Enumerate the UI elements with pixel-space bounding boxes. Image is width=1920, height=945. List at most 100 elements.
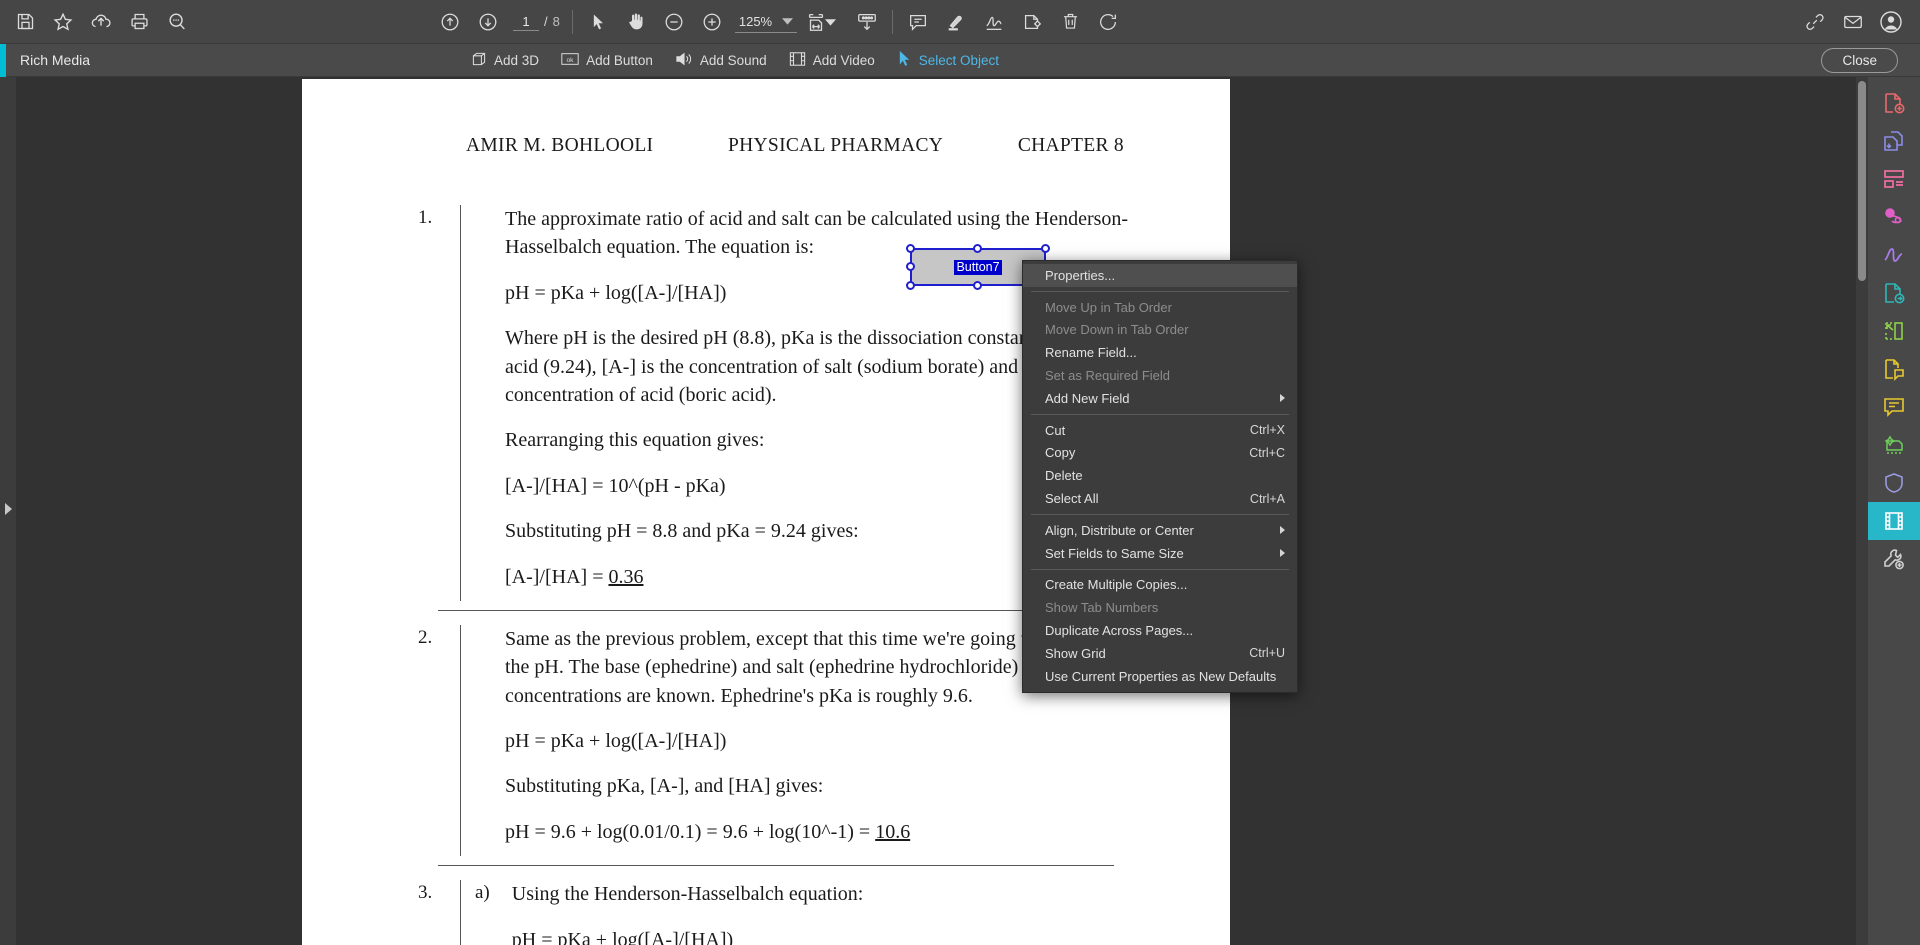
crop-pages-icon[interactable]	[1868, 312, 1920, 350]
item3-sub-label: a)	[475, 880, 490, 945]
document-viewport: AMIR M. BOHLOOLI PHYSICAL PHARMACY CHAPT…	[0, 77, 1920, 945]
fill-sign-icon[interactable]	[1868, 236, 1920, 274]
menu-item-select-all[interactable]: Select All Ctrl+A	[1023, 487, 1297, 510]
zoom-out-icon[interactable]	[655, 3, 693, 41]
protect-icon[interactable]	[1868, 464, 1920, 502]
toolbar-file-group	[6, 3, 196, 41]
resize-handle-middle-left[interactable]	[906, 262, 915, 271]
next-page-icon[interactable]	[469, 3, 507, 41]
combine-files-icon[interactable]	[1868, 122, 1920, 160]
share-link-icon[interactable]	[1796, 3, 1834, 41]
film-icon	[789, 51, 806, 70]
zoom-in-icon[interactable]	[693, 3, 731, 41]
more-tools-icon[interactable]	[1868, 540, 1920, 578]
comment-panel-icon[interactable]	[1868, 388, 1920, 426]
export-pdf-icon[interactable]	[1868, 274, 1920, 312]
menu-item-show-tab-numbers: Show Tab Numbers	[1023, 596, 1297, 619]
item3-p2: pH = pKa + log([A-]/[HA])	[512, 926, 1130, 945]
item3-p1: Using the Henderson-Hasselbalch equation…	[512, 880, 1130, 908]
menu-item-show-grid[interactable]: Show Grid Ctrl+U	[1023, 642, 1297, 665]
menu-item-delete-label: Delete	[1045, 468, 1285, 483]
menu-item-show-grid-label: Show Grid	[1045, 646, 1231, 661]
close-rich-media-button[interactable]: Close	[1821, 48, 1898, 73]
menu-item-rename-field[interactable]: Rename Field...	[1023, 341, 1297, 364]
ok-box-icon: ok	[561, 52, 579, 69]
select-object-button[interactable]: Select Object	[897, 50, 999, 70]
rich-media-icon[interactable]	[1868, 502, 1920, 540]
menu-item-set-fields-same-size[interactable]: Set Fields to Same Size	[1023, 542, 1297, 565]
highlighter-icon[interactable]	[937, 3, 975, 41]
item-divider-1	[438, 610, 1114, 611]
tools-sidebar	[1868, 77, 1920, 945]
add-video-label: Add Video	[813, 53, 875, 68]
star-icon[interactable]	[44, 3, 82, 41]
resize-handle-top-middle[interactable]	[973, 244, 982, 253]
select-cursor-icon[interactable]	[579, 3, 617, 41]
menu-item-cut[interactable]: Cut Ctrl+X	[1023, 419, 1297, 442]
menu-item-duplicate-across-pages-label: Duplicate Across Pages...	[1045, 623, 1285, 638]
vertical-scrollbar-track[interactable]	[1856, 77, 1868, 945]
resize-handle-top-left[interactable]	[906, 244, 915, 253]
button-field-name-label: Button7	[954, 260, 1001, 275]
add-video-button[interactable]: Add Video	[789, 51, 875, 70]
menu-item-use-current-properties-as-defaults[interactable]: Use Current Properties as New Defaults	[1023, 665, 1297, 688]
item2-p3: Substituting pKa, [A-], and [HA] gives:	[505, 772, 1130, 800]
chevron-down-icon	[782, 12, 793, 30]
toolbar-nav-group: 1 / 8	[431, 3, 566, 41]
menu-item-align-distribute-center[interactable]: Align, Distribute or Center	[1023, 519, 1297, 542]
stamp-doc-icon[interactable]	[1868, 350, 1920, 388]
account-icon[interactable]	[1872, 3, 1910, 41]
enhance-scans-icon[interactable]	[1868, 426, 1920, 464]
menu-item-delete[interactable]: Delete	[1023, 464, 1297, 487]
menu-item-align-distribute-center-label: Align, Distribute or Center	[1045, 523, 1268, 538]
stamp-icon[interactable]	[1013, 3, 1051, 41]
menu-item-select-all-shortcut: Ctrl+A	[1250, 492, 1285, 506]
resize-handle-bottom-left[interactable]	[906, 281, 915, 290]
submenu-arrow-icon	[1280, 394, 1285, 402]
menu-item-create-multiple-copies[interactable]: Create Multiple Copies...	[1023, 574, 1297, 597]
menu-item-copy[interactable]: Copy Ctrl+C	[1023, 442, 1297, 465]
menu-item-create-multiple-copies-label: Create Multiple Copies...	[1045, 577, 1285, 592]
menu-item-properties[interactable]: Properties...	[1023, 264, 1297, 287]
signature-icon[interactable]	[975, 3, 1013, 41]
create-pdf-icon[interactable]	[1868, 84, 1920, 122]
header-author: AMIR M. BOHLOOLI	[466, 135, 653, 157]
page-number-input[interactable]: 1	[513, 13, 539, 31]
menu-item-set-as-required-field-label: Set as Required Field	[1045, 368, 1285, 383]
rich-media-accent-bar	[0, 44, 6, 77]
rotate-icon[interactable]	[1089, 3, 1127, 41]
previous-page-icon[interactable]	[431, 3, 469, 41]
menu-item-cut-shortcut: Ctrl+X	[1250, 423, 1285, 437]
search-icon[interactable]	[158, 3, 196, 41]
page-separator: /	[544, 14, 548, 29]
zoom-level-selector[interactable]: 125%	[735, 10, 797, 33]
print-icon[interactable]	[120, 3, 158, 41]
menu-item-add-new-field-label: Add New Field	[1045, 391, 1268, 406]
select-object-label: Select Object	[919, 53, 999, 68]
resize-handle-top-right[interactable]	[1041, 244, 1050, 253]
toolbar-divider-1	[572, 10, 573, 34]
comment-icon[interactable]	[899, 3, 937, 41]
upload-cloud-icon[interactable]	[82, 3, 120, 41]
hand-tool-icon[interactable]	[617, 3, 655, 41]
menu-item-add-new-field[interactable]: Add New Field	[1023, 387, 1297, 410]
trash-icon[interactable]	[1051, 3, 1089, 41]
add-button-button[interactable]: ok Add Button	[561, 52, 653, 69]
submenu-arrow-icon	[1280, 549, 1285, 557]
menu-separator-1	[1031, 291, 1289, 292]
navigation-pane-expand[interactable]	[0, 77, 16, 945]
menu-item-duplicate-across-pages[interactable]: Duplicate Across Pages...	[1023, 619, 1297, 642]
redact-icon[interactable]	[1868, 198, 1920, 236]
scroll-mode-icon[interactable]	[848, 3, 886, 41]
email-icon[interactable]	[1834, 3, 1872, 41]
add-3d-button[interactable]: Add 3D	[471, 51, 539, 70]
resize-handle-bottom-middle[interactable]	[973, 281, 982, 290]
item2-p2: pH = pKa + log([A-]/[HA])	[505, 727, 1130, 755]
item1-answer: 0.36	[608, 566, 643, 588]
fit-page-chevron-down-icon[interactable]	[825, 13, 836, 31]
save-icon[interactable]	[6, 3, 44, 41]
organize-pages-icon[interactable]	[1868, 160, 1920, 198]
toolbar-divider-2	[892, 10, 893, 34]
add-sound-button[interactable]: Add Sound	[675, 51, 767, 70]
vertical-scrollbar-thumb[interactable]	[1858, 81, 1866, 281]
